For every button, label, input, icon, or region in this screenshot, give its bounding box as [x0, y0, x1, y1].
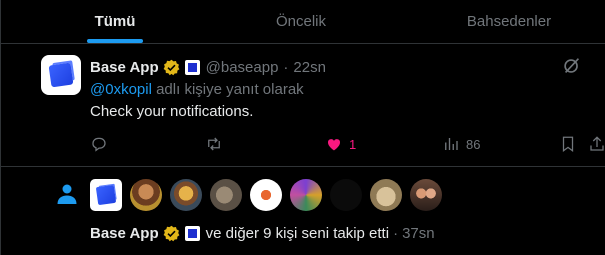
tab-all-label: Tümü — [94, 13, 136, 30]
share-button[interactable] — [588, 133, 605, 155]
avatar[interactable] — [290, 179, 322, 211]
like-button[interactable]: 1 — [325, 133, 356, 155]
notification-tabs: Tümü Öncelik Bahsedenler — [0, 0, 605, 44]
reply-notification[interactable]: Base App @baseapp · 22sn @0xkopil adlı k… — [0, 44, 605, 167]
share-icon — [590, 136, 604, 151]
bookmark-button[interactable] — [559, 133, 577, 155]
tab-mentions-label: Bahsedenler — [466, 13, 552, 30]
verified-badge-icon — [163, 225, 180, 242]
replying-text: adlı kişiye yanıt olarak — [151, 81, 304, 98]
follow-time: 37sn — [402, 225, 435, 242]
heart-icon — [327, 139, 341, 151]
avatar[interactable] — [210, 179, 242, 211]
tweet-time[interactable]: 22sn — [293, 59, 326, 76]
retweet-button[interactable] — [205, 133, 229, 155]
affiliate-badge-icon — [184, 226, 200, 241]
retweet-icon — [208, 137, 220, 151]
dot-separator: · — [393, 225, 399, 242]
reply-button[interactable] — [90, 133, 114, 155]
tweet-text: Check your notifications. — [90, 103, 254, 120]
tweet-actions: 1 86 — [0, 133, 605, 157]
replying-to: @0xkopil adlı kişiye yanıt olarak — [90, 81, 304, 98]
follower-name[interactable]: Base App — [90, 225, 159, 242]
bookmark-icon — [562, 136, 574, 153]
base-app-logo-icon — [48, 62, 74, 88]
follow-message: ve diğer 9 kişi seni takip etti — [205, 225, 390, 242]
follow-text: Base App ve diğer 9 kişi seni takip etti… — [90, 225, 435, 242]
grok-icon[interactable] — [561, 55, 583, 77]
views-count: 86 — [466, 136, 481, 152]
avatar[interactable] — [90, 179, 122, 211]
avatar[interactable] — [370, 179, 402, 211]
reply-icon — [92, 137, 106, 152]
tab-priority[interactable]: Öncelik — [248, 0, 354, 43]
avatar[interactable] — [130, 179, 162, 211]
follow-notification[interactable]: Base App ve diğer 9 kişi seni takip etti… — [0, 168, 605, 255]
author-name[interactable]: Base App — [90, 59, 159, 76]
person-icon — [57, 184, 77, 204]
avatar[interactable] — [41, 55, 81, 95]
base-app-logo-icon — [95, 184, 117, 206]
tab-priority-label: Öncelik — [275, 13, 327, 30]
avatar[interactable] — [250, 179, 282, 211]
dot-separator: · — [283, 58, 289, 76]
analytics-icon — [445, 138, 458, 150]
tab-mentions[interactable]: Bahsedenler — [447, 0, 571, 43]
avatar[interactable] — [330, 179, 362, 211]
active-tab-indicator — [87, 39, 143, 43]
avatar[interactable] — [170, 179, 202, 211]
replying-mention[interactable]: @0xkopil — [90, 81, 152, 98]
tab-all[interactable]: Tümü — [67, 0, 163, 43]
avatar[interactable] — [410, 179, 442, 211]
views-button[interactable]: 86 — [442, 133, 480, 155]
author-handle[interactable]: @baseapp — [206, 59, 279, 76]
verified-badge-icon — [163, 59, 180, 75]
affiliate-badge-icon — [184, 59, 200, 75]
like-count: 1 — [349, 136, 357, 152]
tweet-header: Base App @baseapp · 22sn — [90, 57, 326, 77]
